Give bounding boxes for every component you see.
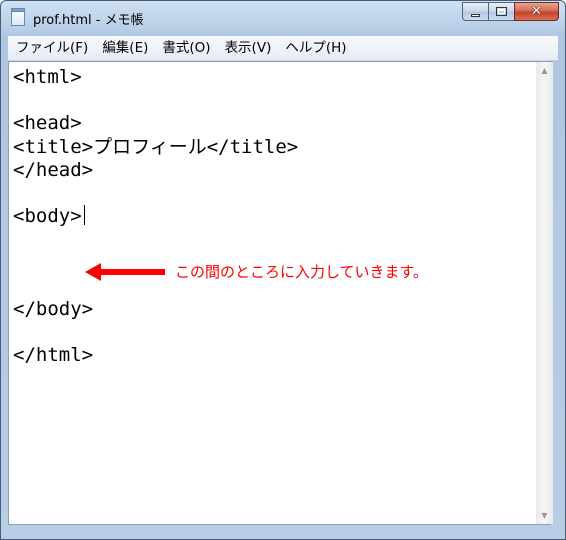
scroll-down-button[interactable]: ▼	[536, 507, 553, 524]
code-line: <html>	[13, 66, 82, 88]
scroll-up-button[interactable]: ▲	[536, 62, 553, 79]
maximize-button[interactable]	[488, 2, 514, 21]
arrow-shaft	[99, 269, 165, 275]
vertical-scrollbar[interactable]: ▲ ▼	[536, 61, 553, 524]
menu-format[interactable]: 書式(O)	[155, 36, 217, 60]
title-bar[interactable]: prof.html - メモ帳 ✕	[1, 1, 565, 34]
menu-view[interactable]: 表示(V)	[218, 36, 279, 60]
editor-bottom-border	[8, 524, 551, 525]
window-title: prof.html - メモ帳	[33, 13, 144, 28]
window-controls: ✕	[462, 2, 559, 22]
code-line: <head>	[13, 112, 82, 135]
scroll-up-icon: ▲	[541, 66, 548, 75]
notepad-window: prof.html - メモ帳 ✕ ファイル(F) 編集(E) 書式(O) 表示…	[0, 0, 566, 540]
text-caret	[83, 205, 85, 226]
minimize-button[interactable]	[462, 2, 488, 21]
scroll-down-icon: ▼	[541, 511, 548, 520]
code-line: </head>	[13, 158, 94, 181]
menu-bar: ファイル(F) 編集(E) 書式(O) 表示(V) ヘルプ(H)	[8, 36, 558, 61]
notepad-icon[interactable]	[11, 8, 25, 26]
annotation-text: この間のところに入力していきます。	[175, 263, 429, 281]
code-line: <body>	[13, 205, 82, 228]
editor-content[interactable]: <html> <head> <title>プロフィール</title> </he…	[13, 66, 298, 368]
code-line: </html>	[13, 344, 94, 367]
minimize-icon	[471, 14, 480, 17]
code-line: <title>プロフィール</title>	[13, 135, 299, 158]
menu-edit[interactable]: 編集(E)	[95, 36, 155, 60]
menu-file[interactable]: ファイル(F)	[8, 36, 95, 60]
menu-help[interactable]: ヘルプ(H)	[278, 36, 353, 60]
maximize-icon	[496, 7, 507, 16]
close-button[interactable]: ✕	[514, 2, 559, 21]
text-editor[interactable]: <html> <head> <title>プロフィール</title> </he…	[8, 61, 536, 524]
code-line: </body>	[13, 298, 94, 321]
close-icon: ✕	[531, 4, 542, 19]
